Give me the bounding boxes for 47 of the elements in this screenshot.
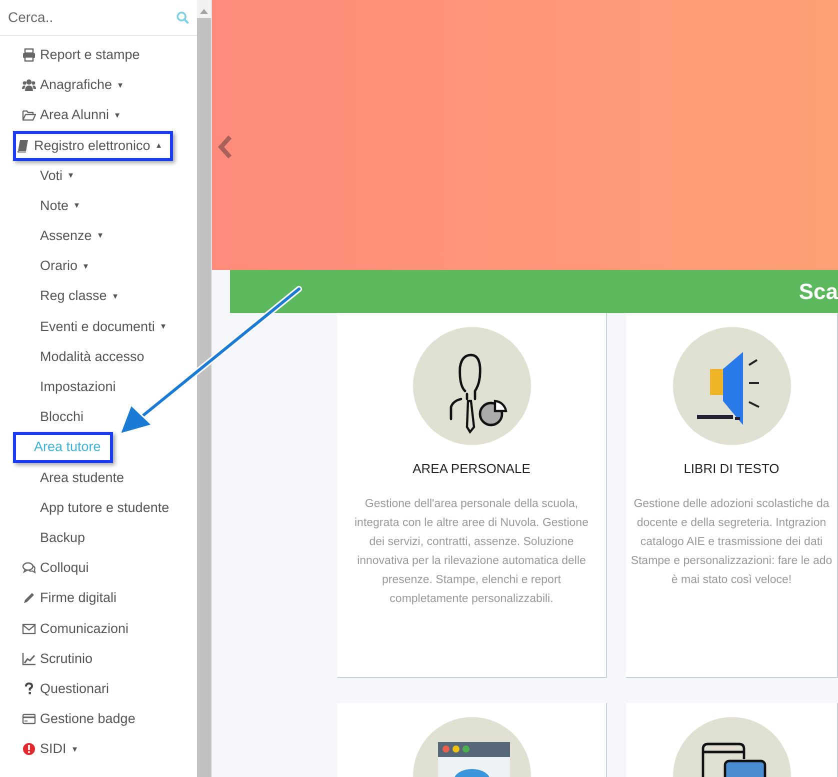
sidebar-item[interactable]: Scrutinio (16, 644, 96, 674)
sidebar-item[interactable]: Colloqui (16, 553, 92, 584)
card-description: Gestione delle adozioni scolastiche da docente e della segreteria. Intgrazion catalogo AIE e trasmissione dei dati Stampe e personalizzazioni: fare le ado è mai stato così veloce! (630, 496, 832, 588)
folder-icon (22, 108, 36, 122)
sidebar-item[interactable]: Assenze ▾ (16, 221, 106, 252)
section-title: Sca (798, 278, 838, 306)
question-icon (22, 682, 36, 696)
sidebar-item[interactable]: Voti ▾ (16, 160, 77, 191)
search-icon (176, 11, 189, 24)
card-title: LIBRI DI TESTO (684, 460, 780, 478)
sidebar-item[interactable]: Comunicazioni (16, 614, 132, 644)
sidebar-item[interactable]: Area studente (16, 462, 128, 493)
sidebar-item[interactable]: Orario ▾ (16, 251, 92, 282)
envelope-icon (22, 622, 36, 636)
sidebar-item[interactable]: Backup (16, 523, 88, 554)
sidebar-item[interactable]: Modalità accesso (16, 342, 148, 372)
printer-icon (22, 48, 36, 62)
sidebar-item[interactable]: SIDI ▾ (16, 734, 80, 764)
users-icon (22, 78, 36, 92)
sidebar-item[interactable]: Report e stampe (16, 40, 143, 70)
scrollbar[interactable] (197, 0, 211, 777)
sidebar-item[interactable]: Blocchi (16, 402, 87, 432)
card-description: Gestione dell'area personale della scuola, integrata con le altre aree di Nuvola. Gestione dei servizi, contratti, assenze. Soluzione innovativa per la rilevazione automatica delle presenze. Stampe, elenchi e report completamente personalizzabili. (354, 496, 588, 606)
scroll-up-icon[interactable] (200, 8, 208, 14)
speaker-icon (672, 327, 790, 445)
sidebar-item[interactable]: Area Alunni ▾ (16, 100, 124, 131)
card-title: AREA PERSONALE (412, 460, 530, 478)
search-field[interactable]: Cerca.. (8, 7, 176, 28)
sidebar-item[interactable]: Gestione badge (16, 704, 138, 734)
sidebar-item[interactable]: Reg classe ▾ (16, 282, 121, 312)
credit-card-icon (22, 712, 36, 726)
book-icon (16, 138, 30, 153)
sidebar-item[interactable]: Note ▾ (16, 190, 83, 222)
sidebar-item[interactable]: Firme digitali (16, 583, 120, 614)
sidebar-item[interactable]: Questionari (16, 674, 112, 704)
line-chart-icon (22, 652, 36, 666)
pencil-icon (22, 591, 36, 606)
sidebar-item[interactable]: Anagrafiche ▾ (16, 70, 126, 100)
sidebar-item[interactable]: Eventi e documenti ▾ (16, 312, 169, 342)
sidebar-item[interactable]: Impostazioni (16, 372, 119, 402)
sidebar-item[interactable]: App tutore e studente (16, 492, 172, 523)
chat-icon (22, 561, 36, 576)
sidebar-item[interactable]: Registro elettronico ▴ (13, 130, 174, 161)
chevron-left-icon[interactable] (216, 134, 234, 160)
alert-icon (22, 742, 36, 756)
person-chart-icon (412, 327, 530, 445)
card[interactable]: LIBRI DI TESTO Gestione delle adozioni scolastiche da docente e della segreteria. Intgrazion catalogo AIE e trasmissione dei dati Stampe e personalizzazioni: fare le ado è mai stato così veloce! (626, 313, 838, 677)
